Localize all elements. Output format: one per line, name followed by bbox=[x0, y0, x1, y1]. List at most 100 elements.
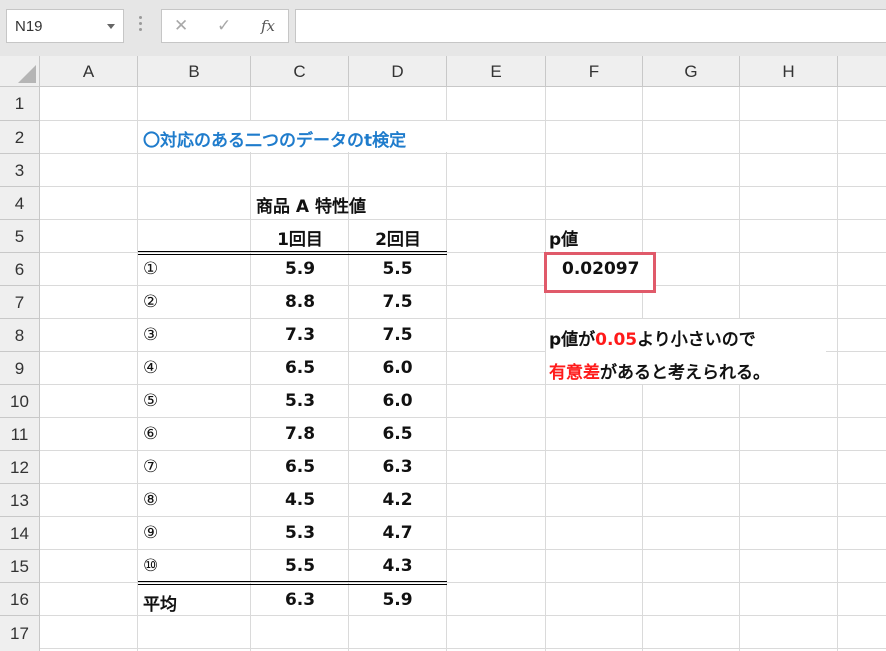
column-header-d[interactable]: D bbox=[349, 56, 447, 87]
formula-input[interactable] bbox=[295, 9, 886, 43]
gridline bbox=[40, 450, 886, 451]
row-header-2[interactable]: 2 bbox=[0, 121, 40, 154]
row-header-10[interactable]: 10 bbox=[0, 385, 40, 418]
row-label[interactable]: ⑦ bbox=[143, 457, 158, 477]
value-cell[interactable]: 5.5 bbox=[349, 259, 446, 279]
row-header-11[interactable]: 11 bbox=[0, 418, 40, 451]
conclusion-line-1[interactable]: p値が0.05より小さいので bbox=[549, 325, 756, 350]
insert-function-button[interactable]: fx bbox=[261, 17, 275, 35]
note1-prefix: p値が bbox=[549, 330, 596, 350]
value-cell[interactable]: 6.5 bbox=[349, 424, 446, 444]
name-box-value: N19 bbox=[15, 18, 43, 35]
value-cell[interactable]: 4.2 bbox=[349, 490, 446, 510]
row-header-9[interactable]: 9 bbox=[0, 352, 40, 385]
value-cell[interactable]: 5.3 bbox=[252, 523, 348, 543]
gridline bbox=[40, 186, 886, 187]
gridline bbox=[40, 384, 886, 385]
value-cell[interactable]: 4.7 bbox=[349, 523, 446, 543]
col-header-2[interactable]: 2回目 bbox=[350, 225, 446, 250]
gridline bbox=[40, 648, 886, 649]
row-label[interactable]: ② bbox=[143, 292, 158, 312]
gridline bbox=[40, 219, 886, 220]
row-header-8[interactable]: 8 bbox=[0, 319, 40, 352]
row-header-3[interactable]: 3 bbox=[0, 154, 40, 187]
value-cell[interactable]: 6.0 bbox=[349, 358, 446, 378]
drag-handle-icon[interactable] bbox=[139, 16, 142, 36]
cancel-icon[interactable]: ✕ bbox=[174, 16, 188, 36]
value-cell[interactable]: 4.3 bbox=[349, 556, 446, 576]
value-cell[interactable]: 6.0 bbox=[349, 391, 446, 411]
table-header[interactable]: 商品 A 特性値 bbox=[256, 192, 366, 217]
row-label[interactable]: ④ bbox=[143, 358, 158, 378]
column-header-a[interactable]: A bbox=[40, 56, 138, 87]
formula-bar: N19 ✕ ✓ fx bbox=[0, 0, 886, 56]
select-all-icon bbox=[18, 65, 36, 83]
row-header-5[interactable]: 5 bbox=[0, 220, 40, 253]
row-header-13[interactable]: 13 bbox=[0, 484, 40, 517]
note1-suffix: より小さいので bbox=[637, 330, 756, 350]
row-header-16[interactable]: 16 bbox=[0, 583, 40, 616]
value-cell[interactable]: 7.5 bbox=[349, 292, 446, 312]
average-double-border bbox=[138, 581, 447, 585]
chevron-down-icon[interactable] bbox=[107, 24, 115, 29]
column-header-b[interactable]: B bbox=[138, 56, 251, 87]
row-label[interactable]: ⑩ bbox=[143, 556, 158, 576]
column-header-e[interactable]: E bbox=[447, 56, 546, 87]
gridline bbox=[40, 549, 886, 550]
value-cell[interactable]: 7.5 bbox=[349, 325, 446, 345]
value-cell[interactable]: 5.9 bbox=[252, 259, 348, 279]
average-value-2[interactable]: 5.9 bbox=[349, 590, 446, 610]
average-label[interactable]: 平均 bbox=[143, 590, 177, 615]
value-cell[interactable]: 8.8 bbox=[252, 292, 348, 312]
note2-suffix: があると考えられる。 bbox=[600, 363, 770, 383]
enter-icon[interactable]: ✓ bbox=[217, 16, 231, 36]
row-label[interactable]: ③ bbox=[143, 325, 158, 345]
spreadsheet-grid[interactable]: A B C D E F G H 1 2 3 4 5 6 7 8 9 10 11 … bbox=[0, 56, 886, 651]
p-value-label[interactable]: p値 bbox=[549, 225, 578, 250]
column-header-i[interactable] bbox=[838, 56, 886, 87]
row-header-6[interactable]: 6 bbox=[0, 253, 40, 286]
conclusion-line-2[interactable]: 有意差があると考えられる。 bbox=[549, 358, 770, 383]
row-header-7[interactable]: 7 bbox=[0, 286, 40, 319]
value-cell[interactable]: 6.5 bbox=[252, 457, 348, 477]
formula-buttons: ✕ ✓ fx bbox=[161, 9, 289, 43]
value-cell[interactable]: 7.3 bbox=[252, 325, 348, 345]
column-header-f[interactable]: F bbox=[546, 56, 643, 87]
note2-highlight: 有意差 bbox=[549, 363, 600, 383]
gridline bbox=[137, 87, 138, 651]
gridline bbox=[446, 87, 447, 651]
row-label[interactable]: ① bbox=[143, 259, 158, 279]
row-header-4[interactable]: 4 bbox=[0, 187, 40, 220]
value-cell[interactable]: 5.3 bbox=[252, 391, 348, 411]
value-cell[interactable]: 6.3 bbox=[349, 457, 446, 477]
gridline bbox=[40, 153, 886, 154]
column-header-c[interactable]: C bbox=[251, 56, 349, 87]
row-header-12[interactable]: 12 bbox=[0, 451, 40, 484]
row-header-17[interactable]: 17 bbox=[0, 616, 40, 651]
sheet-title[interactable]: 〇対応のある二つのデータのt検定 bbox=[143, 126, 406, 151]
col-header-1[interactable]: 1回目 bbox=[252, 225, 348, 250]
p-value[interactable]: 0.02097 bbox=[562, 259, 639, 279]
column-header-h[interactable]: H bbox=[740, 56, 838, 87]
column-header-g[interactable]: G bbox=[643, 56, 740, 87]
value-cell[interactable]: 6.5 bbox=[252, 358, 348, 378]
row-label[interactable]: ⑧ bbox=[143, 490, 158, 510]
average-value-1[interactable]: 6.3 bbox=[252, 590, 348, 610]
note1-highlight: 0.05 bbox=[595, 330, 638, 350]
name-box[interactable]: N19 bbox=[6, 9, 124, 43]
row-header-14[interactable]: 14 bbox=[0, 517, 40, 550]
select-all-button[interactable] bbox=[0, 56, 40, 87]
row-label[interactable]: ⑨ bbox=[143, 523, 158, 543]
row-header-15[interactable]: 15 bbox=[0, 550, 40, 583]
gridline bbox=[250, 87, 251, 651]
gridline bbox=[40, 285, 886, 286]
value-cell[interactable]: 4.5 bbox=[252, 490, 348, 510]
value-cell[interactable]: 5.5 bbox=[252, 556, 348, 576]
value-cell[interactable]: 7.8 bbox=[252, 424, 348, 444]
row-header-1[interactable]: 1 bbox=[0, 87, 40, 121]
row-label[interactable]: ⑥ bbox=[143, 424, 158, 444]
gridline bbox=[40, 417, 886, 418]
gridline bbox=[40, 516, 886, 517]
gridline bbox=[40, 483, 886, 484]
row-label[interactable]: ⑤ bbox=[143, 391, 158, 411]
